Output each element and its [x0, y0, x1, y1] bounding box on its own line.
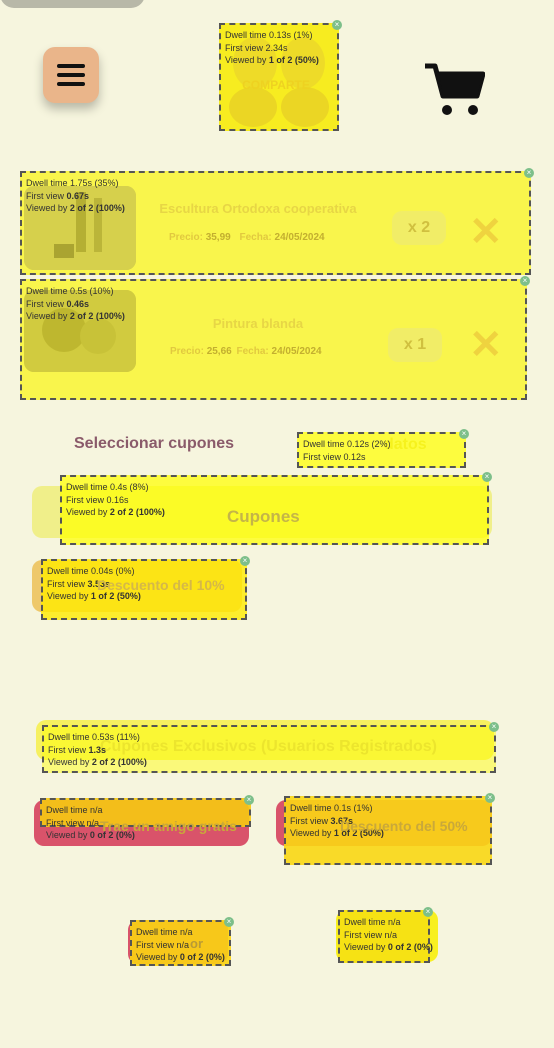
heatmap-action-1: Dwell time n/a First view n/a Viewed by …: [130, 917, 234, 966]
coupons-label: Cupones: [227, 507, 300, 526]
heatmap-action-2: Dwell time n/a First view n/a Viewed by …: [338, 907, 433, 963]
close-icon[interactable]: ×: [485, 793, 495, 803]
close-icon[interactable]: ×: [224, 917, 234, 927]
cart-button[interactable]: [423, 60, 486, 118]
action-label: or: [190, 936, 203, 951]
top-handle: [0, 0, 145, 8]
heatmap-product-2: Dwell time 0.5s (10%) First view 0.46s V…: [20, 276, 530, 400]
heatmap-data-tab[interactable]: Dwell time 0.12s (2%) First view 0.12s ×: [297, 429, 469, 468]
close-icon[interactable]: ×: [482, 472, 492, 482]
close-icon[interactable]: ×: [489, 722, 499, 732]
close-icon[interactable]: ×: [423, 907, 433, 917]
menu-button[interactable]: [43, 47, 99, 103]
discount-10-label: Descuento del 10%: [97, 577, 225, 593]
select-coupons-title: Seleccionar cupones: [74, 435, 235, 452]
heatmap-product-1: Dwell time 1.75s (35%) First view 0.67s …: [20, 168, 534, 275]
heatmap-exclusive: Dwell time 0.53s (11%) First view 1.3s V…: [42, 722, 499, 773]
close-icon[interactable]: ×: [332, 20, 342, 30]
close-icon[interactable]: ×: [240, 556, 250, 566]
close-icon[interactable]: ×: [459, 429, 469, 439]
hamburger-icon: [57, 64, 85, 86]
friend-label: Trae un amigo gratis: [100, 818, 237, 834]
close-icon[interactable]: ×: [524, 168, 534, 178]
heatmap-share: Dwell time 0.13s (1%) First view 2.34s V…: [219, 20, 342, 131]
close-icon[interactable]: ×: [520, 276, 530, 286]
shopping-cart-icon: [425, 63, 486, 115]
close-icon[interactable]: ×: [244, 795, 254, 805]
discount-50-label: Descuento del 50%: [340, 818, 468, 834]
